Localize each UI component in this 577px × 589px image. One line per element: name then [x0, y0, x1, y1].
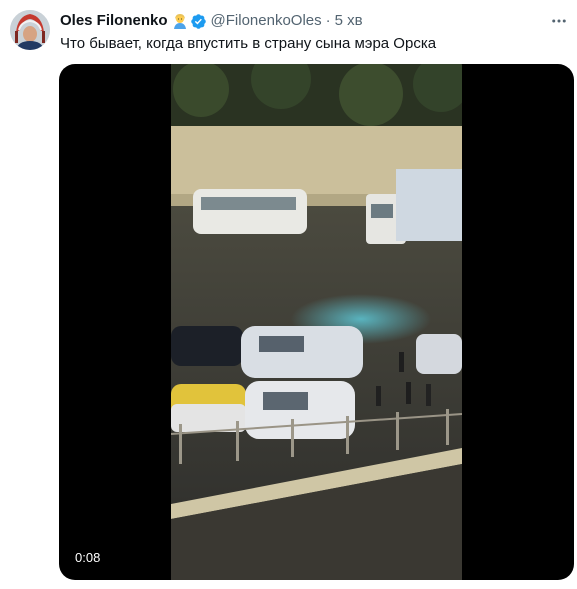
- verified-badge-icon: [190, 13, 207, 30]
- tweet-card[interactable]: Oles Filonenko @FilonenkoOles · 5 хв Что…: [0, 0, 577, 589]
- tweet-timestamp[interactable]: 5 хв: [335, 11, 363, 31]
- tweet-text: Что бывает, когда впустить в страну сына…: [60, 35, 437, 52]
- separator-dot: ·: [325, 12, 331, 29]
- tweet-header: Oles Filonenko @FilonenkoOles · 5 хв: [60, 11, 363, 31]
- video-duration: 0:08: [69, 548, 107, 568]
- author-name[interactable]: Oles Filonenko: [60, 11, 168, 31]
- person-emoji-icon: [172, 13, 188, 29]
- avatar[interactable]: [10, 10, 50, 50]
- author-handle[interactable]: @FilonenkoOles: [211, 11, 322, 31]
- video-frame[interactable]: [171, 64, 462, 580]
- video-player[interactable]: 0:08: [59, 64, 574, 580]
- more-options-icon[interactable]: [548, 11, 570, 31]
